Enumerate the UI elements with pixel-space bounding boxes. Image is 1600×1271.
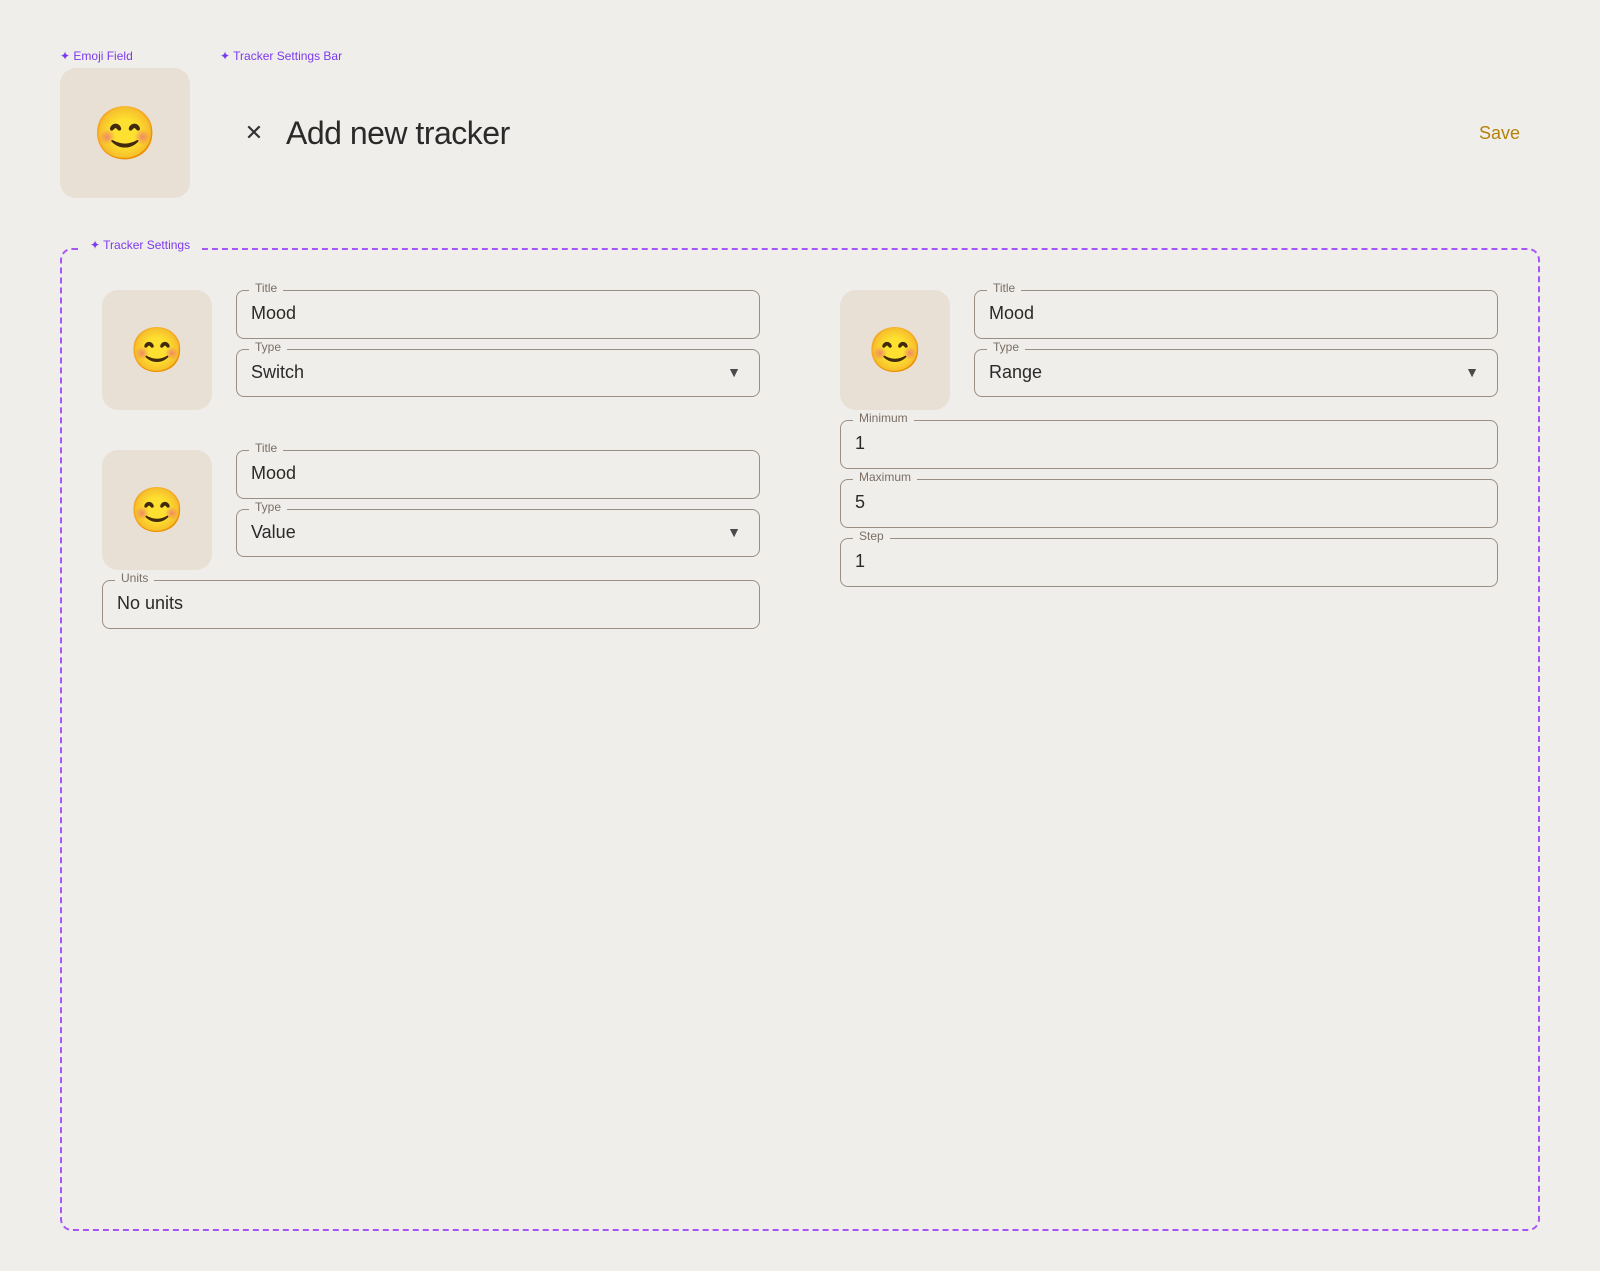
minimum-label: Minimum <box>853 411 914 425</box>
tracker-row-range: 😊 Title Type Switch Value Range <box>840 290 1498 410</box>
type-label-value: Type <box>249 500 287 514</box>
tracker-fields-range: Title Type Switch Value Range ▼ <box>974 290 1498 397</box>
type-select-range[interactable]: Switch Value Range <box>989 358 1483 386</box>
title-input-switch[interactable] <box>251 299 745 328</box>
title-label-switch: Title <box>249 281 283 295</box>
units-input[interactable] <box>117 589 745 618</box>
title-input-value[interactable] <box>251 459 745 488</box>
tracker-switch-column: 😊 Title Type Switch Value Range <box>102 290 760 629</box>
type-label-switch: Type <box>249 340 287 354</box>
type-field-value: Type Switch Value Range ▼ <box>236 509 760 557</box>
title-label-value: Title <box>249 441 283 455</box>
emoji-field-emoji: 😊 <box>93 103 158 164</box>
tracker-settings-label: Tracker Settings <box>82 238 198 252</box>
type-field-switch: Type Switch Value Range ▼ <box>236 349 760 397</box>
maximum-input[interactable] <box>855 488 1483 517</box>
units-field: Units <box>102 580 760 629</box>
step-label: Step <box>853 529 890 543</box>
title-field-switch: Title <box>236 290 760 339</box>
title-input-range[interactable] <box>989 299 1483 328</box>
tracker-range-column: 😊 Title Type Switch Value Range <box>840 290 1498 629</box>
type-select-switch[interactable]: Switch Value Range <box>251 358 745 386</box>
tracker-fields-switch: Title Type Switch Value Range ▼ <box>236 290 760 397</box>
type-select-wrapper-switch: Switch Value Range ▼ <box>251 358 745 386</box>
tracker-emoji-value-icon: 😊 <box>130 484 185 536</box>
range-extra-fields: Minimum Maximum Step <box>840 420 1498 587</box>
tracker-row-value: 😊 Title Type Switch Value Range <box>102 450 760 570</box>
close-button[interactable]: ✕ <box>238 117 270 149</box>
value-extra-fields: Units <box>102 580 760 629</box>
tracker-fields-value: Title Type Switch Value Range ▼ <box>236 450 760 557</box>
tracker-settings-panel: Tracker Settings 😊 Title Type <box>60 248 1540 1231</box>
save-button[interactable]: Save <box>1479 123 1520 144</box>
tracker-header: ✕ Add new tracker Save <box>218 68 1540 198</box>
type-select-wrapper-value: Switch Value Range ▼ <box>251 518 745 546</box>
tracker-settings-bar-label: Tracker Settings Bar <box>220 49 342 63</box>
type-field-range: Type Switch Value Range ▼ <box>974 349 1498 397</box>
tracker-emoji-range[interactable]: 😊 <box>840 290 950 410</box>
type-label-range: Type <box>987 340 1025 354</box>
title-field-value: Title <box>236 450 760 499</box>
maximum-field: Maximum <box>840 479 1498 528</box>
tracker-emoji-switch-icon: 😊 <box>130 324 185 376</box>
panel-grid: 😊 Title Type Switch Value Range <box>102 290 1498 629</box>
minimum-input[interactable] <box>855 429 1483 458</box>
tracker-emoji-value[interactable]: 😊 <box>102 450 212 570</box>
emoji-field-label: Emoji Field <box>60 49 133 63</box>
step-field: Step <box>840 538 1498 587</box>
emoji-field-box[interactable]: 😊 <box>60 68 190 198</box>
step-input[interactable] <box>855 547 1483 576</box>
tracker-emoji-switch[interactable]: 😊 <box>102 290 212 410</box>
type-select-wrapper-range: Switch Value Range ▼ <box>989 358 1483 386</box>
units-label: Units <box>115 571 154 585</box>
minimum-field: Minimum <box>840 420 1498 469</box>
type-select-value[interactable]: Switch Value Range <box>251 518 745 546</box>
maximum-label: Maximum <box>853 470 917 484</box>
tracker-emoji-range-icon: 😊 <box>868 324 923 376</box>
title-field-range: Title <box>974 290 1498 339</box>
tracker-row-switch: 😊 Title Type Switch Value Range <box>102 290 760 410</box>
page-title: Add new tracker <box>286 115 510 152</box>
title-label-range: Title <box>987 281 1021 295</box>
